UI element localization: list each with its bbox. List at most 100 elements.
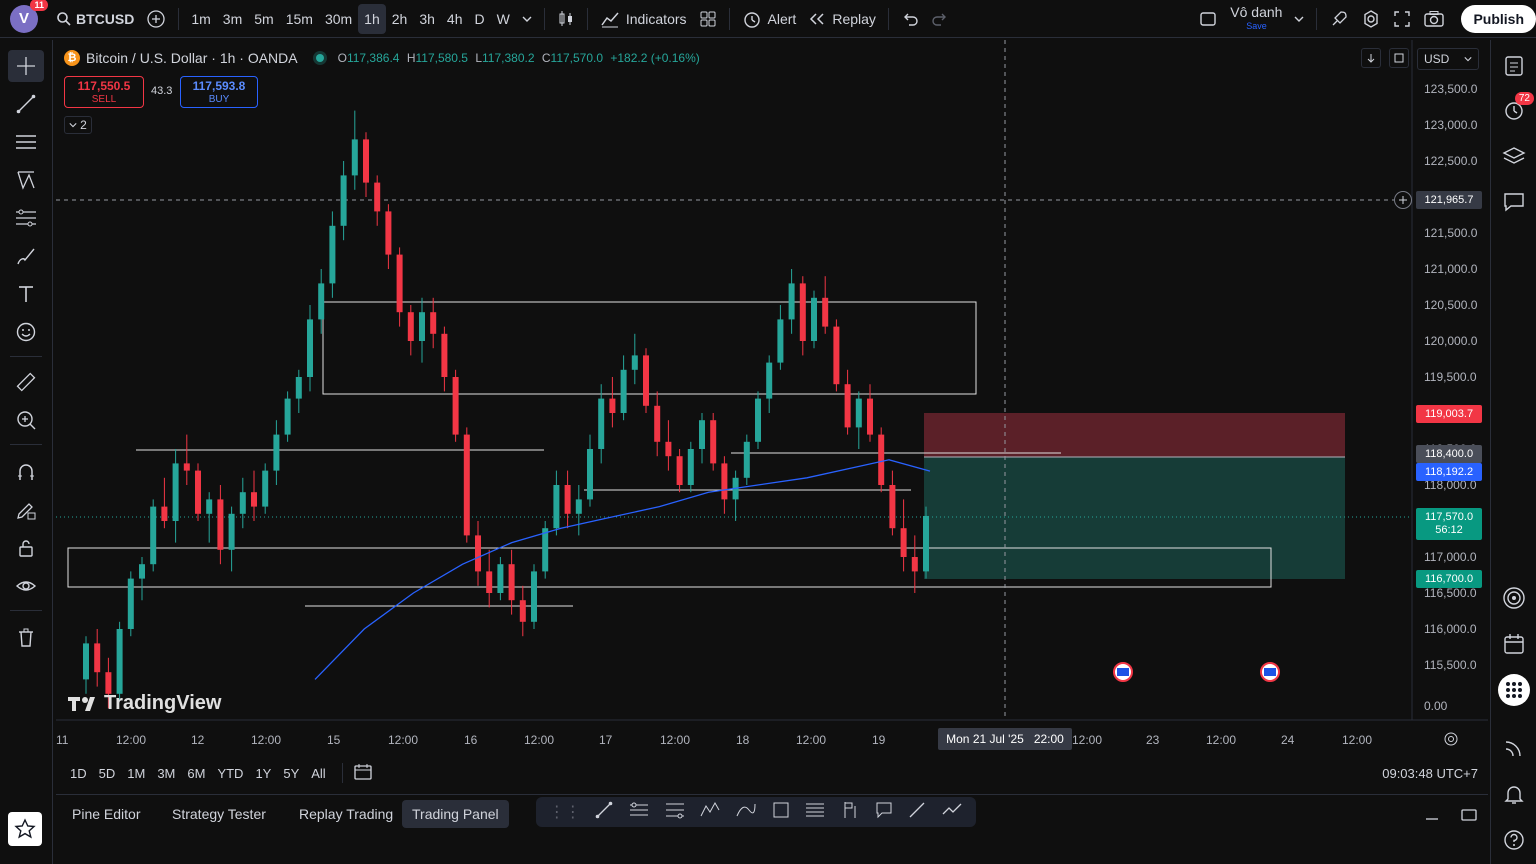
- symbol-search-button[interactable]: BTCUSD: [50, 4, 140, 34]
- timeframe-dropdown[interactable]: [516, 4, 538, 34]
- range-5d[interactable]: 5D: [93, 766, 122, 781]
- notifications-button[interactable]: [1498, 778, 1530, 810]
- layout-toggle-button[interactable]: [1192, 4, 1224, 34]
- calendar-button[interactable]: [1498, 628, 1530, 660]
- economic-event-icon[interactable]: [1260, 662, 1280, 682]
- go-to-date-button[interactable]: [353, 763, 373, 784]
- fib-retracement-icon[interactable]: [664, 800, 686, 825]
- take-profit-zone[interactable]: [924, 457, 1345, 579]
- currency-select[interactable]: USD: [1417, 48, 1479, 70]
- alerts-panel-button[interactable]: 72: [1498, 92, 1534, 126]
- stay-in-drawing-mode-tool[interactable]: [8, 494, 44, 526]
- indicators-button[interactable]: Indicators: [594, 4, 693, 34]
- forecast-tool[interactable]: [8, 202, 44, 234]
- timeframe-3m[interactable]: 3m: [217, 4, 248, 34]
- lock-drawings-tool[interactable]: [8, 532, 44, 564]
- snapshot-button[interactable]: [1417, 4, 1451, 34]
- tab-strategy-tester[interactable]: Strategy Tester: [162, 800, 276, 828]
- range-3m[interactable]: 3M: [151, 766, 181, 781]
- horizontal-lines-tool[interactable]: [8, 126, 44, 158]
- lines-icon[interactable]: [804, 800, 826, 825]
- sync-button[interactable]: [1389, 48, 1409, 68]
- publish-button[interactable]: Publish: [1461, 4, 1536, 33]
- text-tool[interactable]: [8, 278, 44, 310]
- hide-drawings-tool[interactable]: [8, 570, 44, 602]
- user-avatar[interactable]: V 11: [10, 0, 48, 33]
- sell-button[interactable]: 117,550.5 SELL: [64, 76, 144, 108]
- timeframe-4h[interactable]: 4h: [441, 4, 469, 34]
- callout-icon[interactable]: [874, 800, 894, 825]
- chats-button[interactable]: [1498, 186, 1530, 218]
- drag-handle-icon[interactable]: ⋮⋮: [549, 802, 581, 822]
- axis-settings-button[interactable]: [1443, 731, 1459, 752]
- timeframe-1m[interactable]: 1m: [185, 4, 216, 34]
- tab-pine-editor[interactable]: Pine Editor: [62, 800, 150, 828]
- redo-button[interactable]: [925, 4, 955, 34]
- range-1d[interactable]: 1D: [64, 766, 93, 781]
- layout-name-button[interactable]: Vô danh Save: [1224, 4, 1288, 34]
- layouts-button[interactable]: [693, 4, 723, 34]
- symbol-title[interactable]: Bitcoin / U.S. Dollar · 1h · OANDA: [86, 50, 298, 66]
- indicators-collapse-button[interactable]: 2: [64, 116, 92, 134]
- elliott-wave-icon[interactable]: [699, 800, 721, 825]
- help-button[interactable]: [1498, 824, 1530, 856]
- settings-button[interactable]: [1355, 4, 1387, 34]
- zoom-tool[interactable]: [8, 404, 44, 436]
- rectangle-icon[interactable]: [771, 800, 791, 825]
- favorites-button[interactable]: [8, 812, 42, 846]
- timeframe-2h[interactable]: 2h: [386, 4, 414, 34]
- timeframe-D[interactable]: D: [468, 4, 490, 34]
- timeframe-5m[interactable]: 5m: [248, 4, 279, 34]
- range-all[interactable]: All: [305, 766, 331, 781]
- channel-icon[interactable]: [628, 800, 650, 825]
- path-icon[interactable]: [941, 800, 963, 825]
- trend-line-tool[interactable]: [8, 88, 44, 120]
- brush-icon[interactable]: [907, 800, 927, 825]
- range-1y[interactable]: 1Y: [249, 766, 277, 781]
- products-button[interactable]: [1498, 674, 1530, 706]
- trend-line-icon[interactable]: [594, 800, 614, 825]
- chart-pane[interactable]: ₿ Bitcoin / U.S. Dollar · 1h · OANDA O11…: [56, 40, 1488, 752]
- measure-tool[interactable]: [8, 366, 44, 398]
- tab-trading-panel[interactable]: Trading Panel: [402, 800, 509, 828]
- magnet-tool[interactable]: [8, 456, 44, 488]
- undo-button[interactable]: [895, 4, 925, 34]
- chart-canvas[interactable]: [56, 40, 1488, 752]
- remove-drawings-tool[interactable]: [8, 622, 44, 654]
- tab-replay-trading[interactable]: Replay Trading: [289, 800, 403, 828]
- economic-event-icon[interactable]: [1113, 662, 1133, 682]
- alert-button[interactable]: Alert: [736, 4, 803, 34]
- timeframe-30m[interactable]: 30m: [319, 4, 358, 34]
- curve-icon[interactable]: [735, 800, 757, 825]
- timeframe-3h[interactable]: 3h: [413, 4, 441, 34]
- range-5y[interactable]: 5Y: [277, 766, 305, 781]
- maximize-panel-button[interactable]: [1460, 807, 1478, 828]
- range-6m[interactable]: 6M: [181, 766, 211, 781]
- pattern-tool[interactable]: [8, 164, 44, 196]
- flag-icon[interactable]: [840, 800, 860, 825]
- replay-button[interactable]: Replay: [802, 4, 882, 34]
- minimize-panel-button[interactable]: [1424, 807, 1440, 828]
- chart-type-button[interactable]: [551, 4, 581, 34]
- timeframe-15m[interactable]: 15m: [280, 4, 319, 34]
- brush-tool[interactable]: [8, 240, 44, 272]
- watchlist-button[interactable]: [1498, 50, 1530, 82]
- timeframe-1h[interactable]: 1h: [358, 3, 386, 34]
- timezone-clock[interactable]: 09:03:48 UTC+7: [1382, 766, 1478, 781]
- crosshair-tool[interactable]: [8, 50, 44, 82]
- add-alert-plus-icon[interactable]: [1394, 191, 1412, 209]
- object-tree-button[interactable]: [1498, 140, 1530, 172]
- range-1m[interactable]: 1M: [121, 766, 151, 781]
- timeframe-W[interactable]: W: [491, 4, 516, 34]
- compare-symbol-button[interactable]: [140, 4, 172, 34]
- buy-button[interactable]: 117,593.8 BUY: [180, 76, 258, 108]
- quick-search-button[interactable]: [1323, 4, 1355, 34]
- signals-button[interactable]: [1498, 732, 1530, 764]
- layout-menu-button[interactable]: [1288, 4, 1310, 34]
- stop-loss-zone[interactable]: [924, 413, 1345, 457]
- emoji-tool[interactable]: [8, 316, 44, 348]
- range-ytd[interactable]: YTD: [211, 766, 249, 781]
- fullscreen-button[interactable]: [1387, 4, 1417, 34]
- screener-button[interactable]: [1498, 582, 1530, 614]
- scroll-down-button[interactable]: [1361, 48, 1381, 68]
